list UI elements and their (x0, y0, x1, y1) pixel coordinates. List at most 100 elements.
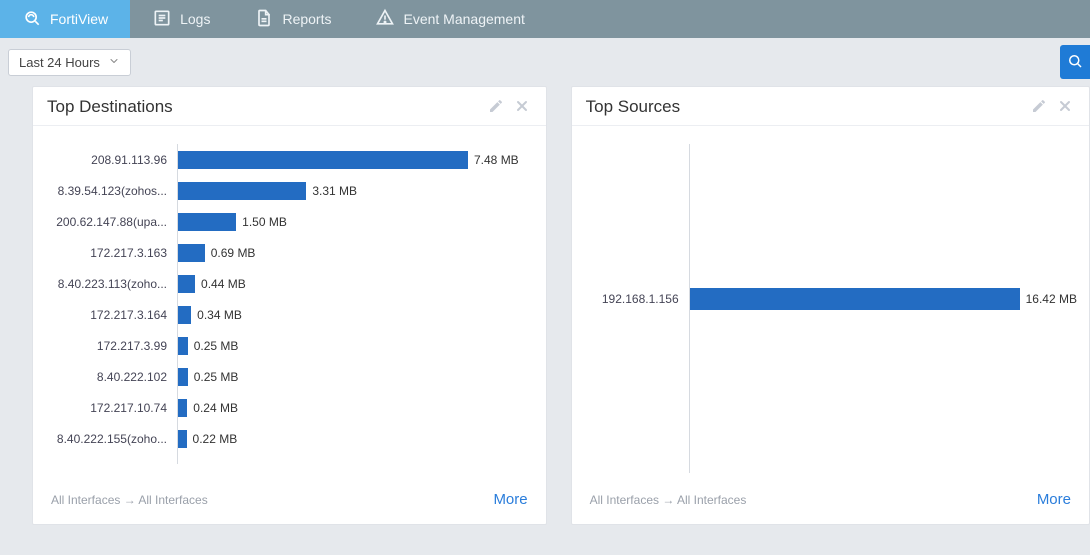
chart-track: 7.48 MB (177, 144, 534, 175)
pencil-icon (1031, 98, 1047, 117)
chart-category-label: 172.217.10.74 (45, 401, 177, 415)
edit-button[interactable] (1029, 97, 1049, 117)
chart-category-label: 8.39.54.123(zohos... (45, 184, 177, 198)
event-icon (375, 8, 395, 31)
close-icon (514, 98, 530, 117)
edit-button[interactable] (486, 97, 506, 117)
chart-bar[interactable] (178, 368, 188, 386)
chart-row: 172.217.10.74 0.24 MB (45, 392, 534, 423)
chart-value-label: 0.25 MB (194, 370, 239, 384)
chart-track: 3.31 MB (177, 175, 534, 206)
chart-row: 172.217.3.164 0.34 MB (45, 299, 534, 330)
chart-track: 0.69 MB (177, 237, 534, 268)
chart-track: 1.50 MB (177, 206, 534, 237)
top-nav: FortiView Logs Reports Event Management (0, 0, 1090, 38)
toolbar: Last 24 Hours (0, 38, 1090, 86)
more-link[interactable]: More (493, 491, 527, 508)
card-top-destinations: Top Destinations 208.91.113.96 7.48 MB 8.3… (32, 86, 547, 525)
card-body: 192.168.1.156 16.42 MB (572, 126, 1089, 481)
chart-category-label: 8.40.222.155(zoho... (45, 432, 177, 446)
chart-track: 0.24 MB (177, 392, 534, 423)
tab-label: FortiView (50, 11, 108, 27)
chart-row: 8.40.222.155(zoho... 0.22 MB (45, 423, 534, 454)
chart-row: 8.40.222.102 0.25 MB (45, 361, 534, 392)
chart-row: 192.168.1.156 16.42 MB (584, 144, 1077, 454)
chart-row: 172.217.3.163 0.69 MB (45, 237, 534, 268)
chart-top-sources: 192.168.1.156 16.42 MB (584, 144, 1077, 473)
chart-top-destinations: 208.91.113.96 7.48 MB 8.39.54.123(zohos...… (45, 144, 534, 473)
chart-track: 0.34 MB (177, 299, 534, 330)
chart-bar[interactable] (178, 430, 187, 448)
chart-track: 0.25 MB (177, 361, 534, 392)
chart-track: 0.25 MB (177, 330, 534, 361)
close-button[interactable] (1055, 97, 1075, 117)
chart-axis (689, 454, 1077, 473)
chart-category-label: 208.91.113.96 (45, 153, 177, 167)
chart-bar[interactable] (178, 275, 195, 293)
chart-bar[interactable] (690, 288, 1020, 310)
chart-bar[interactable] (178, 151, 468, 169)
scope-text: All Interfaces → All Interfaces (51, 493, 493, 507)
chart-value-label: 0.24 MB (193, 401, 238, 415)
chart-value-label: 0.44 MB (201, 277, 246, 291)
chart-row: 8.39.54.123(zohos... 3.31 MB (45, 175, 534, 206)
chart-bar[interactable] (178, 244, 205, 262)
chart-category-label: 192.168.1.156 (584, 292, 689, 306)
logs-icon (152, 8, 172, 31)
chart-bar[interactable] (178, 182, 306, 200)
chart-value-label: 0.34 MB (197, 308, 242, 322)
chart-bar[interactable] (178, 306, 191, 324)
chart-category-label: 8.40.223.113(zoho... (45, 277, 177, 291)
card-title: Top Destinations (47, 97, 480, 117)
chart-row: 200.62.147.88(upa... 1.50 MB (45, 206, 534, 237)
chart-row: 208.91.113.96 7.48 MB (45, 144, 534, 175)
chart-value-label: 3.31 MB (312, 184, 357, 198)
chart-category-label: 8.40.222.102 (45, 370, 177, 384)
chart-value-label: 16.42 MB (1026, 292, 1077, 306)
chevron-down-icon (108, 55, 120, 70)
chart-value-label: 0.25 MB (194, 339, 239, 353)
chart-category-label: 172.217.3.164 (45, 308, 177, 322)
more-link[interactable]: More (1037, 491, 1071, 508)
close-button[interactable] (512, 97, 532, 117)
tab-label: Reports (282, 11, 331, 27)
card-header: Top Sources (572, 87, 1089, 126)
chart-value-label: 0.69 MB (211, 246, 256, 260)
time-range-select[interactable]: Last 24 Hours (8, 49, 131, 76)
chart-bar[interactable] (178, 213, 236, 231)
card-top-sources: Top Sources 192.168.1.156 16.42 MB All In… (571, 86, 1090, 525)
time-range-label: Last 24 Hours (19, 55, 100, 70)
reports-icon (254, 8, 274, 31)
card-body: 208.91.113.96 7.48 MB 8.39.54.123(zohos...… (33, 126, 546, 481)
chart-track: 0.44 MB (177, 268, 534, 299)
fortiview-icon (22, 8, 42, 31)
card-title: Top Sources (586, 97, 1023, 117)
chart-row: 8.40.223.113(zoho... 0.44 MB (45, 268, 534, 299)
tab-reports[interactable]: Reports (232, 0, 353, 38)
chart-value-label: 0.22 MB (193, 432, 238, 446)
chart-category-label: 172.217.3.99 (45, 339, 177, 353)
search-button[interactable] (1060, 45, 1090, 79)
tab-fortiview[interactable]: FortiView (0, 0, 130, 38)
search-icon (1066, 52, 1084, 73)
tab-label: Event Management (403, 11, 524, 27)
dashboard-cards: Top Destinations 208.91.113.96 7.48 MB 8.3… (0, 86, 1090, 525)
tab-logs[interactable]: Logs (130, 0, 232, 38)
tab-label: Logs (180, 11, 210, 27)
chart-value-label: 7.48 MB (474, 153, 519, 167)
pencil-icon (488, 98, 504, 117)
card-footer: All Interfaces → All Interfaces More (33, 481, 546, 524)
chart-track: 0.22 MB (177, 423, 534, 454)
tab-event-management[interactable]: Event Management (353, 0, 546, 38)
card-header: Top Destinations (33, 87, 546, 126)
scope-text: All Interfaces → All Interfaces (590, 493, 1037, 507)
chart-category-label: 172.217.3.163 (45, 246, 177, 260)
close-icon (1057, 98, 1073, 117)
chart-track: 16.42 MB (689, 144, 1077, 454)
chart-value-label: 1.50 MB (242, 215, 287, 229)
chart-axis (177, 454, 534, 464)
card-footer: All Interfaces → All Interfaces More (572, 481, 1089, 524)
chart-bar[interactable] (178, 399, 187, 417)
chart-category-label: 200.62.147.88(upa... (45, 215, 177, 229)
chart-bar[interactable] (178, 337, 188, 355)
